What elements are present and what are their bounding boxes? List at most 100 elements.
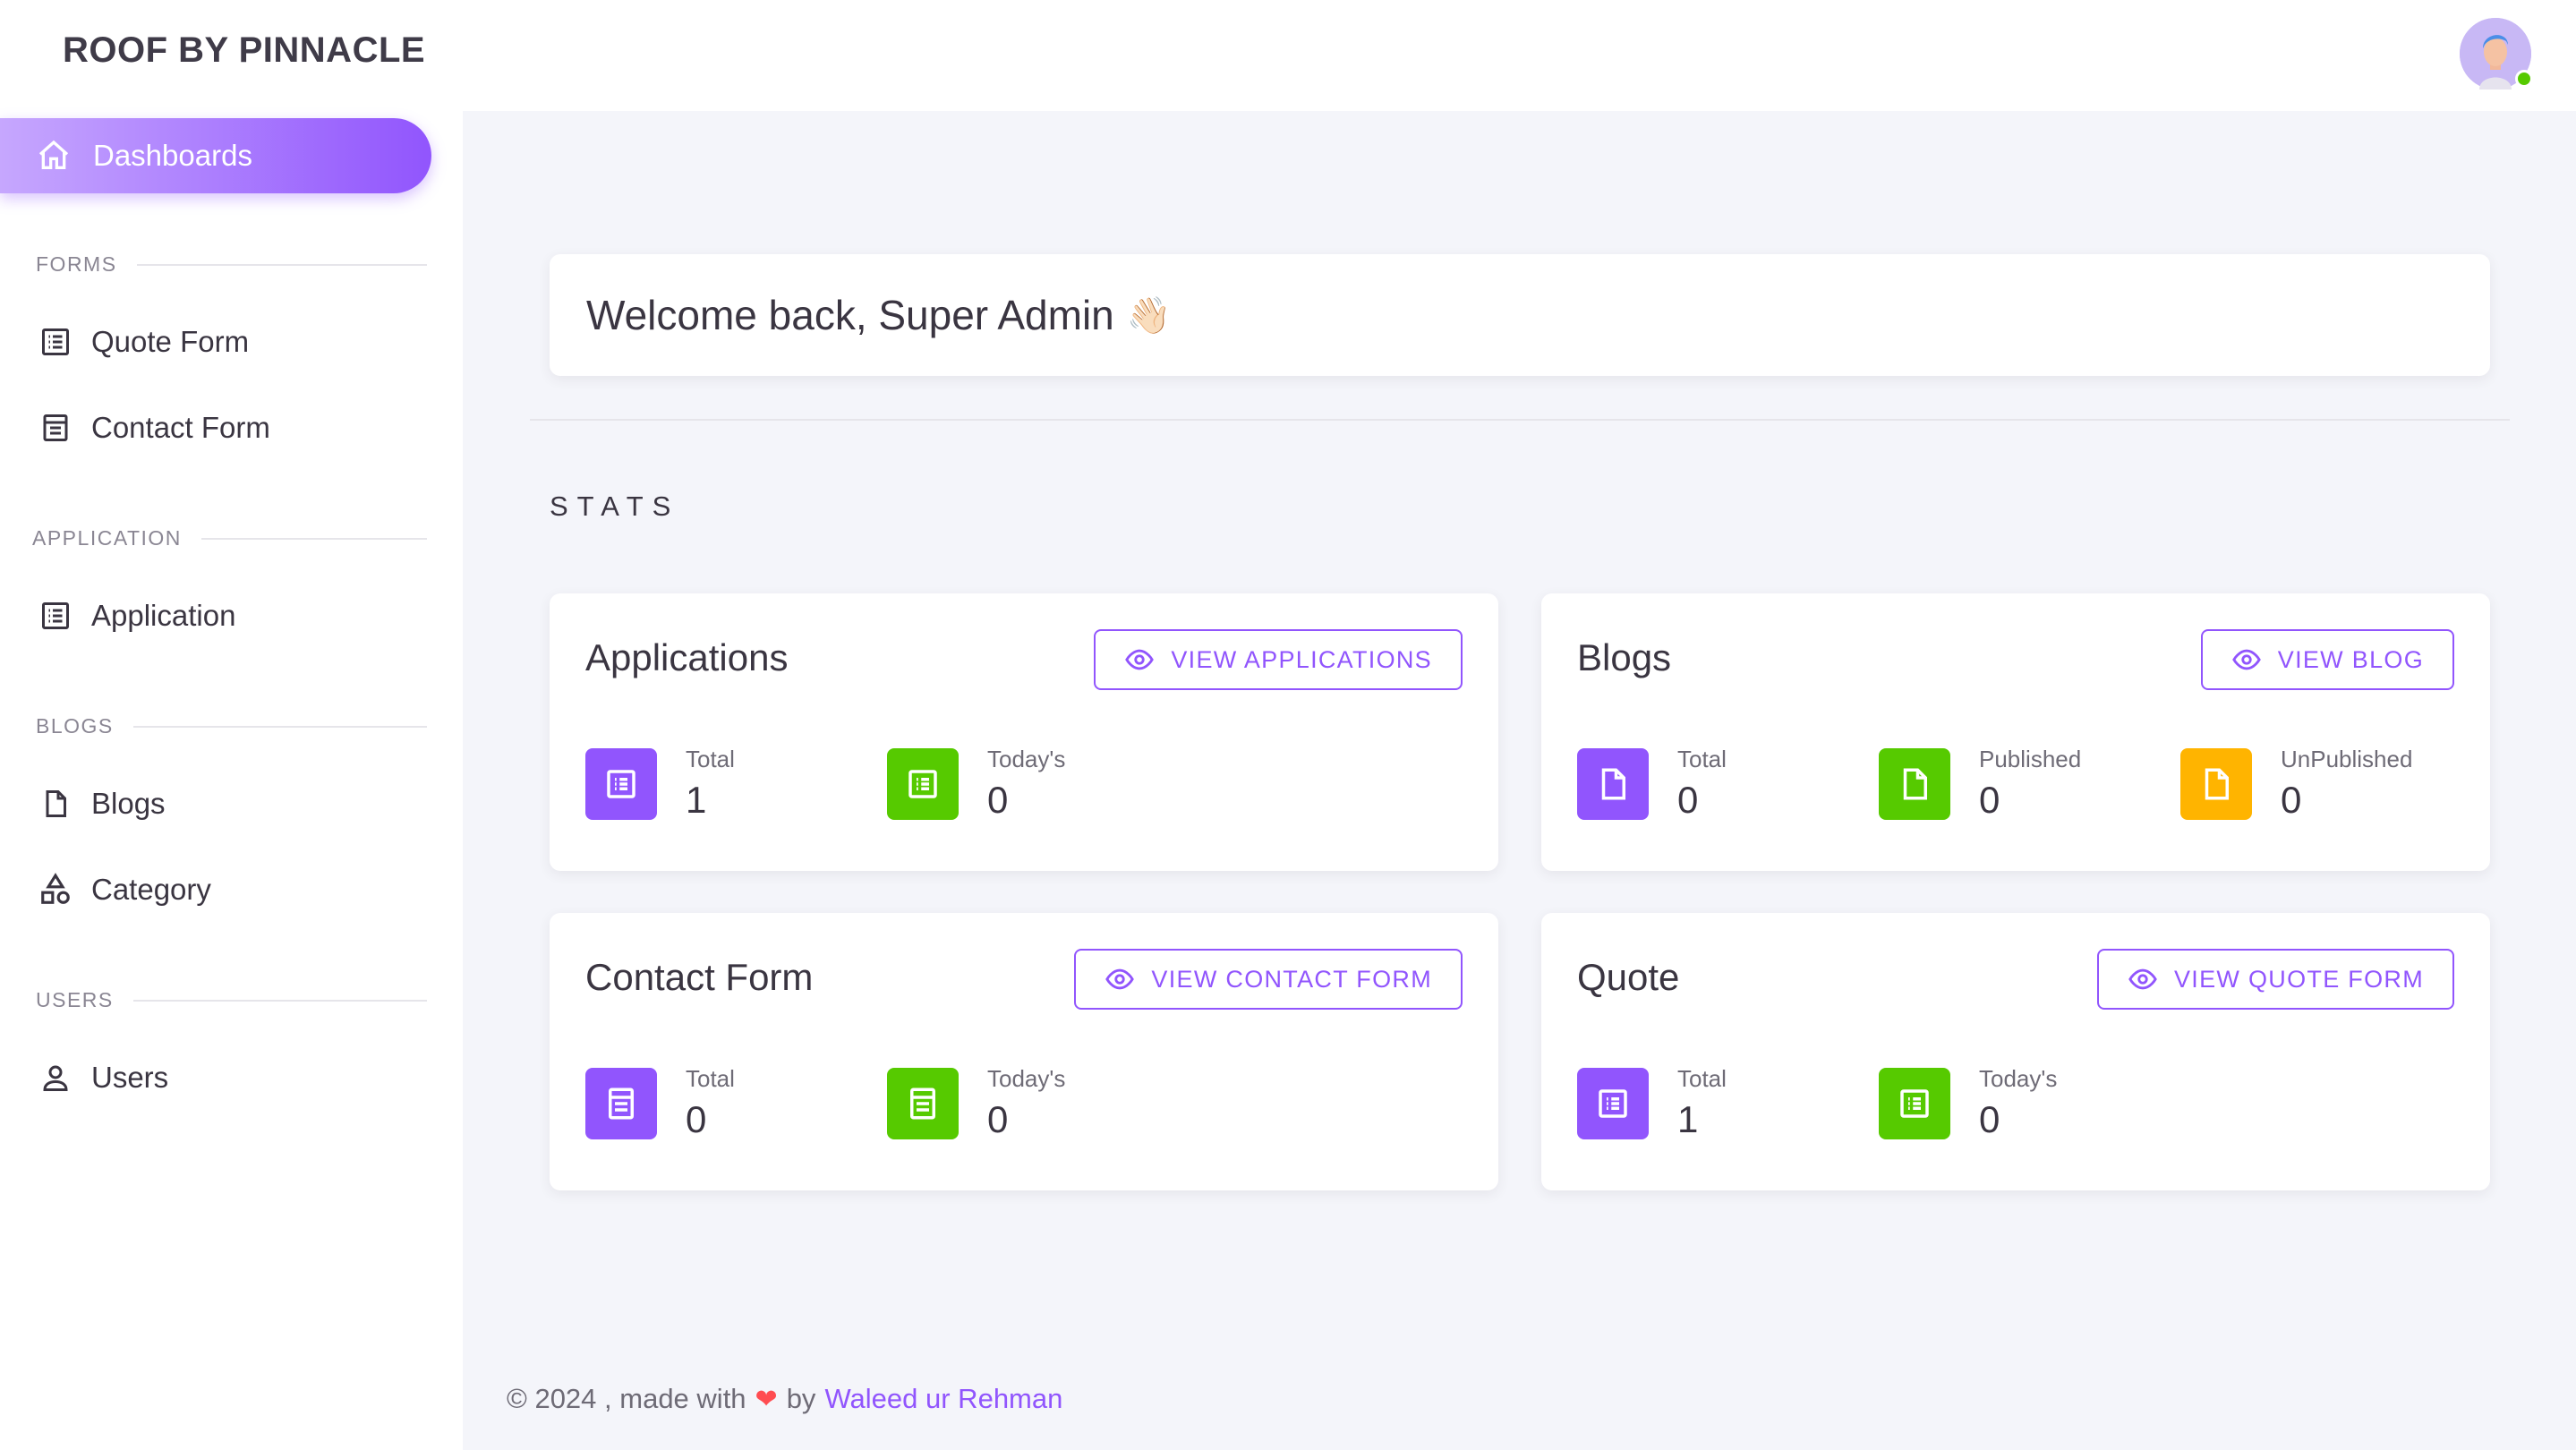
list-icon	[1577, 1067, 1649, 1139]
section-title: USERS	[36, 988, 114, 1011]
avatar[interactable]	[2460, 18, 2533, 90]
stat-value: 0	[2281, 779, 2302, 821]
sidebar-item-label: Dashboards	[93, 139, 252, 172]
welcome-text: Welcome back, Super Admin	[586, 292, 1114, 338]
stat-label: Today's	[987, 746, 1066, 772]
section-title: FORMS	[36, 252, 117, 276]
welcome-card: Welcome back, Super Admin 👋🏻	[550, 254, 2490, 376]
user-icon	[38, 1060, 73, 1096]
button-label: VIEW CONTACT FORM	[1151, 965, 1432, 993]
stat-today: Today's 0	[887, 1065, 1065, 1141]
stat-label: Today's	[1979, 1065, 2058, 1092]
stat-total: Total 0	[585, 1065, 735, 1141]
topbar	[463, 0, 2576, 111]
view-blog-button[interactable]: VIEW BLOG	[2200, 629, 2454, 690]
eye-icon	[1105, 968, 1135, 990]
button-label: VIEW BLOG	[2277, 645, 2424, 673]
form-icon	[38, 410, 73, 446]
list-icon	[38, 598, 73, 634]
stat-value: 0	[1979, 1098, 2000, 1140]
sidebar-item-label: Quote Form	[91, 325, 250, 358]
stat-label: Total	[686, 746, 735, 772]
file-icon	[38, 786, 73, 822]
footer: © 2024 , made with ❤ by Waleed ur Rehman	[507, 1383, 1062, 1415]
stat-label: Total	[1677, 1065, 1727, 1092]
heart-icon: ❤	[755, 1384, 778, 1414]
file-icon	[1879, 747, 1950, 820]
view-applications-button[interactable]: VIEW APPLICATIONS	[1094, 629, 1463, 690]
stat-today: Today's 0	[887, 746, 1065, 822]
file-icon	[1577, 747, 1649, 820]
stat-value: 1	[1677, 1098, 1699, 1140]
section-blogs: BLOGS	[36, 714, 427, 738]
card-title: Quote	[1577, 956, 1680, 998]
stats-heading: STATS	[550, 490, 680, 522]
card-title: Contact Form	[585, 956, 814, 998]
stat-label: UnPublished	[2281, 746, 2413, 772]
stat-total: Total 1	[585, 746, 735, 822]
section-users: USERS	[36, 988, 427, 1012]
stat-total: Total 0	[1577, 746, 1727, 822]
button-label: VIEW QUOTE FORM	[2174, 965, 2424, 993]
sidebar-item-category[interactable]: Category	[38, 872, 211, 908]
view-quote-form-button[interactable]: VIEW QUOTE FORM	[2097, 949, 2454, 1010]
card-title: Applications	[585, 636, 789, 678]
author-link[interactable]: Waleed ur Rehman	[824, 1383, 1062, 1415]
form-icon	[585, 1067, 657, 1139]
file-icon	[2180, 747, 2252, 820]
stat-value: 0	[1677, 779, 1699, 821]
list-icon	[887, 747, 959, 820]
stat-label: Total	[686, 1065, 735, 1092]
online-status-dot	[2515, 70, 2533, 88]
button-label: VIEW APPLICATIONS	[1171, 645, 1432, 673]
sidebar-item-quote-form[interactable]: Quote Form	[38, 324, 249, 360]
sidebar-item-application[interactable]: Application	[38, 598, 235, 634]
footer-prefix: © 2024 , made with	[507, 1383, 746, 1414]
stat-label: Today's	[987, 1065, 1066, 1092]
sidebar-item-label: Category	[91, 873, 211, 906]
stat-published: Published 0	[1879, 746, 2081, 822]
wave-emoji-icon: 👋🏻	[1126, 295, 1172, 336]
stat-today: Today's 0	[1879, 1065, 2057, 1141]
stat-label: Total	[1677, 746, 1727, 772]
list-icon	[1879, 1067, 1950, 1139]
stat-value: 0	[1979, 779, 2000, 821]
section-application: APPLICATION	[32, 526, 427, 550]
sidebar-item-contact-form[interactable]: Contact Form	[38, 410, 270, 446]
stat-value: 0	[987, 1098, 1009, 1140]
form-icon	[887, 1067, 959, 1139]
shapes-icon	[38, 872, 73, 908]
sidebar-item-label: Users	[91, 1061, 169, 1094]
sidebar-item-dashboards[interactable]: Dashboards	[0, 118, 431, 193]
view-contact-form-button[interactable]: VIEW CONTACT FORM	[1074, 949, 1463, 1010]
stat-value: 1	[686, 779, 707, 821]
stat-value: 0	[987, 779, 1009, 821]
sidebar-item-label: Blogs	[91, 787, 166, 820]
sidebar: ROOF BY PINNACLE Dashboards FORMS Quote …	[0, 0, 463, 1450]
contact-form-card: Contact Form VIEW CONTACT FORM Total 0 To…	[550, 913, 1498, 1190]
section-forms: FORMS	[36, 252, 427, 277]
divider	[530, 419, 2510, 421]
section-title: APPLICATION	[32, 526, 182, 550]
brand-title: ROOF BY PINNACLE	[63, 30, 426, 70]
eye-icon	[1125, 649, 1155, 670]
sidebar-item-label: Contact Form	[91, 411, 270, 444]
footer-by: by	[786, 1383, 816, 1414]
sidebar-item-label: Application	[91, 599, 236, 632]
list-icon	[38, 324, 73, 360]
home-icon	[36, 136, 75, 175]
blogs-card: Blogs VIEW BLOG Total 0 Published 0 UnPubl…	[1541, 593, 2490, 871]
sidebar-item-users[interactable]: Users	[38, 1060, 168, 1096]
list-icon	[585, 747, 657, 820]
section-title: BLOGS	[36, 714, 114, 738]
card-title: Blogs	[1577, 636, 1672, 678]
eye-icon	[2231, 649, 2261, 670]
stat-value: 0	[686, 1098, 707, 1140]
applications-card: Applications VIEW APPLICATIONS Total 1 To…	[550, 593, 1498, 871]
stat-label: Published	[1979, 746, 2082, 772]
quote-card: Quote VIEW QUOTE FORM Total 1 Today's 0	[1541, 913, 2490, 1190]
sidebar-item-blogs[interactable]: Blogs	[38, 786, 166, 822]
stat-total: Total 1	[1577, 1065, 1727, 1141]
stat-unpublished: UnPublished 0	[2180, 746, 2412, 822]
eye-icon	[2128, 968, 2157, 990]
